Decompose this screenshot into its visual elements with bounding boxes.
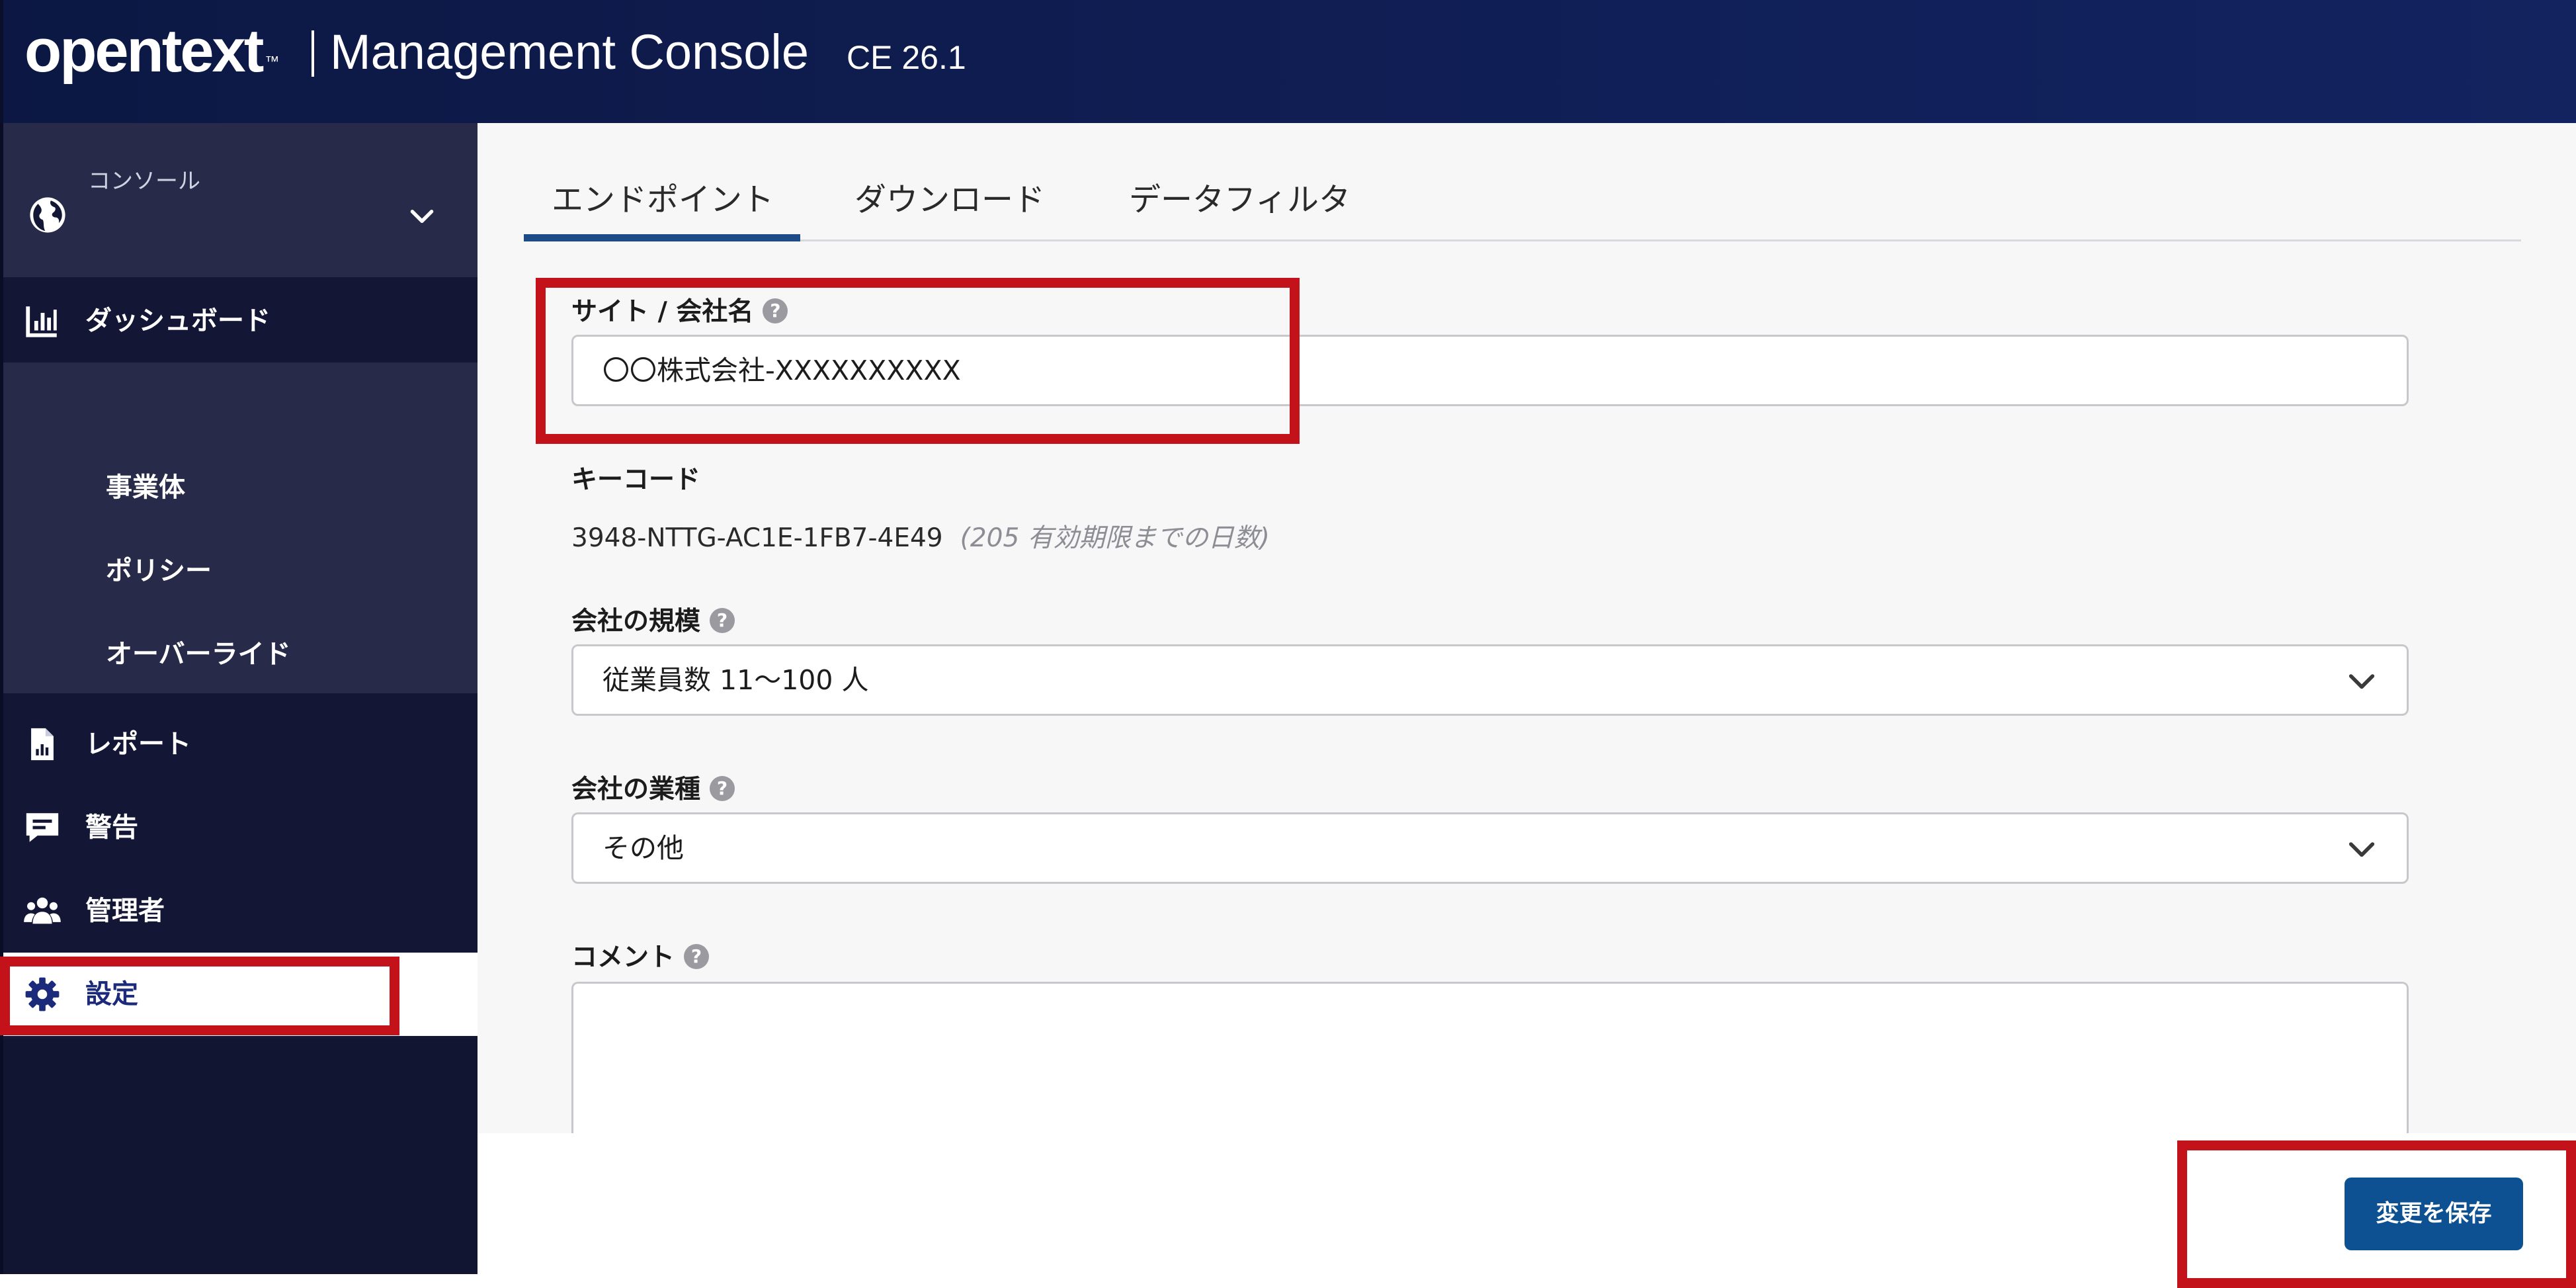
- industry-value: その他: [602, 832, 684, 864]
- industry-select[interactable]: その他: [571, 812, 2409, 884]
- chevron-down-icon: [2348, 842, 2375, 857]
- chevron-down-icon: [2348, 674, 2375, 689]
- tab-bar-divider: [524, 239, 2521, 241]
- sidebar: コンソール ダッシュボード 管理 事業体 ポリシー: [0, 123, 478, 1274]
- alert-message-icon: [26, 813, 59, 842]
- annotation-highlight-save: [2177, 1140, 2576, 1288]
- active-tab-indicator: [524, 234, 800, 241]
- annotation-highlight-settings: [0, 957, 399, 1035]
- sidebar-subitem-label: オーバーライド: [106, 639, 291, 669]
- industry-label: 会社の業種?: [571, 769, 735, 806]
- users-icon: [24, 897, 61, 924]
- tab-endpoints[interactable]: エンドポイント: [552, 173, 774, 220]
- help-icon[interactable]: ?: [710, 607, 735, 633]
- console-selector[interactable]: コンソール: [3, 123, 478, 277]
- trademark: ™: [265, 53, 280, 69]
- product-title: Management Console: [330, 24, 809, 79]
- company-size-label: 会社の規模?: [571, 601, 735, 638]
- keycode-days-remaining: (205 有効期限までの日数): [960, 523, 1270, 553]
- sidebar-item-label: 管理者: [85, 896, 165, 926]
- sidebar-subitem-label: ポリシー: [106, 556, 212, 586]
- logo-text: opentext: [24, 17, 264, 85]
- console-label: コンソール: [88, 168, 200, 194]
- keycode-text: 3948-NTTG-AC1E-1FB7-4E49: [571, 523, 943, 553]
- comment-label-text: コメント: [571, 943, 675, 972]
- sidebar-item-label: ダッシュボード: [85, 306, 270, 336]
- keycode-label: キーコード: [571, 465, 701, 495]
- industry-label-text: 会社の業種: [571, 775, 701, 804]
- globe-icon: [30, 197, 65, 233]
- tab-downloads[interactable]: ダウンロード: [854, 173, 1045, 220]
- sidebar-empty-area: [3, 1039, 478, 1274]
- sidebar-item-reports[interactable]: レポート: [3, 703, 478, 786]
- annotation-highlight-site-name: [536, 278, 1300, 444]
- company-size-label-text: 会社の規模: [571, 607, 701, 636]
- sidebar-item-administrators[interactable]: 管理者: [3, 869, 478, 953]
- sidebar-subitem-entities[interactable]: 事業体: [3, 446, 478, 529]
- help-icon[interactable]: ?: [684, 943, 710, 969]
- report-icon: [31, 728, 54, 761]
- bar-chart-icon: [26, 306, 57, 337]
- sidebar-item-label: 警告: [85, 812, 138, 843]
- sidebar-item-dashboard[interactable]: ダッシュボード: [3, 279, 478, 363]
- management-submenu: 事業体 ポリシー オーバーライド: [3, 363, 478, 693]
- sidebar-subitem-policies[interactable]: ポリシー: [3, 529, 478, 613]
- company-size-value: 従業員数 11〜100 人: [602, 664, 869, 696]
- chevron-down-icon: [410, 210, 434, 224]
- keycode-value: 3948-NTTG-AC1E-1FB7-4E49 (205 有効期限までの日数): [571, 517, 1270, 554]
- product-version: CE 26.1: [847, 39, 966, 76]
- comment-textarea[interactable]: [571, 982, 2409, 1133]
- help-icon[interactable]: ?: [710, 775, 735, 801]
- sidebar-subitem-label: 事業体: [106, 472, 185, 503]
- company-size-select[interactable]: 従業員数 11〜100 人: [571, 644, 2409, 716]
- sidebar-item-label: レポート: [85, 729, 191, 759]
- sidebar-item-alerts[interactable]: 警告: [3, 786, 478, 869]
- app-header: opentext ™ Management Console CE 26.1: [0, 0, 2576, 123]
- opentext-logo: opentext ™: [24, 15, 280, 87]
- comment-label: コメント?: [571, 937, 710, 974]
- sidebar-subitem-overrides[interactable]: オーバーライド: [3, 613, 478, 696]
- header-divider: [312, 30, 314, 77]
- tab-data-filter[interactable]: データフィルタ: [1129, 173, 1350, 220]
